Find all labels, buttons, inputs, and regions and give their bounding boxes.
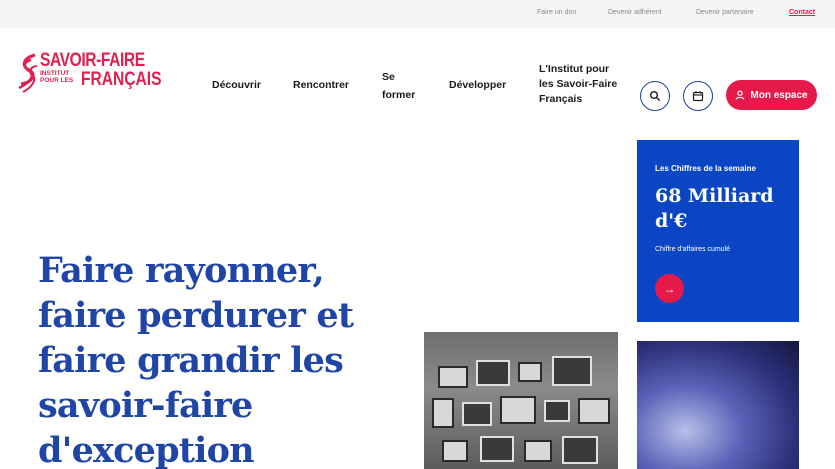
arrow-right-icon: → [663,281,676,296]
stats-arrow-button[interactable]: → [655,274,684,303]
user-icon [735,90,745,100]
logo-text-small: INSTITUT POUR LES [40,70,73,84]
search-icon [650,91,661,102]
calendar-button[interactable] [683,81,713,111]
become-member-link[interactable]: Devenir adhérent [608,9,662,16]
photo-frame [544,400,570,422]
stats-value: 68 Milliard d'€ [655,184,795,234]
nav-se-former-line2: former [382,89,416,101]
utility-bar: Faire un don Devenir adhérent Devenir pa… [0,0,835,28]
photo-frame [552,356,592,386]
nav-rencontrer[interactable]: Rencontrer [293,78,349,93]
nav-developper[interactable]: Développer [449,78,506,93]
photo-frame [476,360,510,386]
hero-title-line: savoir-faire [38,385,253,426]
stats-caption: Chiffre d'affaires cumulé [655,246,731,253]
gallery-photo [424,332,618,469]
mon-espace-button[interactable]: Mon espace [726,80,817,110]
nav-se-former-line1: Se [382,71,395,83]
photo-frame [432,398,454,428]
mon-espace-label: Mon espace [750,89,808,101]
nav-decouvrir[interactable]: Découvrir [212,78,261,93]
stats-value-line2: d'€ [655,210,688,232]
hero-title-line: faire perdurer et [38,295,354,336]
photo-frame [562,436,598,464]
photo-frame [480,436,514,462]
nav-institut[interactable]: L'Institut pour les Savoir-Faire Françai… [539,62,617,107]
site-logo[interactable]: SAVOIR-FAIRE INSTITUT POUR LES FRANÇAIS [17,50,162,100]
hero-title-line: d'exception [38,430,255,469]
logo-text-bottom: FRANÇAIS [81,69,162,90]
fabric-photo [637,341,799,469]
photo-frame [438,366,468,388]
photo-frame [462,402,492,426]
logo-small-line2: POUR LES [40,77,74,84]
hero-title: Faire rayonner, faire perdurer et faire … [38,248,398,469]
hero-title-line: Faire rayonner, [38,250,325,291]
photo-frame [524,440,552,462]
nav-institut-line1: L'Institut pour [539,63,610,75]
calendar-icon [692,91,704,102]
photo-frame [500,396,536,424]
stats-label: Les Chiffres de la semaine [655,164,756,173]
photo-frame [518,362,542,382]
main-header: SAVOIR-FAIRE INSTITUT POUR LES FRANÇAIS … [0,28,835,120]
contact-link[interactable]: Contact [789,9,815,16]
donate-link[interactable]: Faire un don [537,9,576,16]
nav-institut-line2: les Savoir-Faire [539,78,618,90]
nav-institut-line3: Français [539,93,583,105]
photo-frame [442,440,468,462]
search-button[interactable] [640,81,670,111]
logo-mark-icon [18,53,38,93]
logo-small-line1: INSTITUT [40,70,70,77]
weekly-figures-card: Les Chiffres de la semaine 68 Milliard d… [637,140,799,322]
nav-se-former[interactable]: Se former [382,70,415,103]
photo-frame [578,398,610,424]
hero-title-line: faire grandir les [38,340,344,381]
stats-value-line1: 68 Milliard [655,185,774,207]
become-partner-link[interactable]: Devenir partenaire [696,9,754,16]
